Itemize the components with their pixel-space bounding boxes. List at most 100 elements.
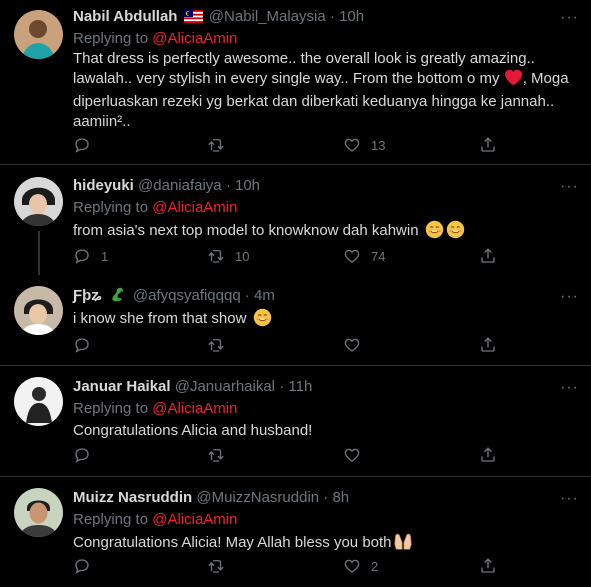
mention-link[interactable]: @AliciaAmin bbox=[152, 511, 237, 528]
display-name[interactable]: Januar Haikal bbox=[73, 378, 171, 395]
share-icon bbox=[479, 247, 497, 265]
more-icon[interactable]: ··· bbox=[560, 379, 579, 397]
like-icon bbox=[343, 136, 361, 154]
separator-dot: · bbox=[244, 287, 250, 304]
handle[interactable]: @MuizzNasruddin bbox=[196, 489, 319, 506]
like-button[interactable] bbox=[343, 446, 371, 464]
reply-icon bbox=[73, 136, 91, 154]
share-icon bbox=[479, 336, 497, 354]
mention-link[interactable]: @AliciaAmin bbox=[152, 199, 237, 216]
like-button[interactable]: 13 bbox=[343, 136, 385, 154]
praying-hands-emoji-icon bbox=[393, 532, 413, 556]
retweet-icon bbox=[207, 136, 225, 154]
tweet-4[interactable]: Januar Haikal @Januarhaikal · 11h Replyi… bbox=[0, 366, 591, 476]
share-icon bbox=[479, 557, 497, 575]
separator-dot: · bbox=[279, 378, 285, 395]
reply-icon bbox=[73, 557, 91, 575]
avatar[interactable] bbox=[14, 10, 63, 59]
like-count: 2 bbox=[371, 558, 379, 574]
smile-emoji-icon bbox=[425, 220, 444, 239]
display-name[interactable]: Nabil Abdullah bbox=[73, 8, 177, 25]
like-icon bbox=[343, 247, 361, 265]
retweet-icon bbox=[207, 336, 225, 354]
timestamp[interactable]: 11h bbox=[288, 378, 312, 395]
more-icon[interactable]: ··· bbox=[560, 288, 579, 306]
share-button[interactable] bbox=[479, 136, 497, 154]
timestamp[interactable]: 10h bbox=[339, 8, 364, 25]
retweet-icon bbox=[207, 247, 225, 265]
more-icon[interactable]: ··· bbox=[560, 490, 579, 508]
reply-count: 1 bbox=[101, 248, 109, 264]
like-button[interactable]: 2 bbox=[343, 557, 378, 575]
reply-button[interactable] bbox=[73, 557, 101, 575]
reply-button[interactable] bbox=[73, 336, 101, 354]
tweet-1[interactable]: Nabil Abdullah @Nabil_Malaysia · 10h Rep… bbox=[0, 0, 591, 164]
tweet-3[interactable]: Ƒþʑ @afyqsyafiqqqq · 4m i know she from … bbox=[0, 275, 591, 365]
reply-icon bbox=[73, 336, 91, 354]
malaysia-flag-icon bbox=[183, 9, 203, 29]
retweet-icon bbox=[207, 446, 225, 464]
timestamp[interactable]: 4m bbox=[254, 287, 275, 304]
reply-button[interactable]: 1 bbox=[73, 247, 108, 265]
share-icon bbox=[479, 136, 497, 154]
reply-button[interactable] bbox=[73, 136, 101, 154]
share-button[interactable] bbox=[479, 247, 497, 265]
like-icon bbox=[343, 557, 361, 575]
more-icon[interactable]: ··· bbox=[560, 9, 579, 27]
retweet-button[interactable] bbox=[207, 136, 235, 154]
smile-emoji-icon bbox=[446, 220, 465, 239]
retweet-button[interactable] bbox=[207, 557, 235, 575]
handle[interactable]: @daniafaiya bbox=[138, 177, 222, 194]
thread-line bbox=[38, 231, 40, 275]
share-button[interactable] bbox=[479, 446, 497, 464]
mention-link[interactable]: @AliciaAmin bbox=[152, 30, 237, 47]
share-button[interactable] bbox=[479, 557, 497, 575]
like-count: 74 bbox=[371, 248, 386, 264]
reply-button[interactable] bbox=[73, 446, 101, 464]
avatar[interactable] bbox=[14, 488, 63, 537]
tweet-text: i know she from that show bbox=[73, 310, 247, 327]
dragon-emoji-icon bbox=[109, 286, 126, 309]
tweet-text: Congratulations Alicia and husband! bbox=[73, 422, 313, 439]
display-name[interactable]: hideyuki bbox=[73, 177, 134, 194]
reply-icon bbox=[73, 247, 91, 265]
separator-dot: · bbox=[323, 489, 329, 506]
handle[interactable]: @Januarhaikal bbox=[175, 378, 275, 395]
retweet-button[interactable] bbox=[207, 336, 235, 354]
avatar[interactable] bbox=[14, 377, 63, 426]
display-name[interactable]: Ƒþʑ bbox=[73, 287, 102, 304]
heart-emoji-icon bbox=[504, 69, 523, 92]
replying-to-label: Replying to bbox=[73, 30, 149, 47]
retweet-count: 10 bbox=[235, 248, 250, 264]
like-icon bbox=[343, 336, 361, 354]
share-icon bbox=[479, 446, 497, 464]
separator-dot: · bbox=[225, 177, 231, 194]
tweet-5[interactable]: Muizz Nasruddin @MuizzNasruddin · 8h Rep… bbox=[0, 477, 591, 587]
tweet-2[interactable]: hideyuki @daniafaiya · 10h Replying to @… bbox=[0, 165, 591, 275]
like-icon bbox=[343, 446, 361, 464]
like-button[interactable] bbox=[343, 336, 371, 354]
handle[interactable]: @afyqsyafiqqqq bbox=[133, 287, 241, 304]
mention-link[interactable]: @AliciaAmin bbox=[152, 400, 237, 417]
replying-to-label: Replying to bbox=[73, 511, 149, 528]
like-button[interactable]: 74 bbox=[343, 247, 385, 265]
timestamp[interactable]: 8h bbox=[332, 489, 349, 506]
tweet-text: Congratulations Alicia! May Allah bless … bbox=[73, 534, 392, 551]
retweet-button[interactable] bbox=[207, 446, 235, 464]
like-count: 13 bbox=[371, 137, 386, 153]
smile-emoji-icon bbox=[253, 308, 272, 327]
avatar[interactable] bbox=[14, 286, 63, 335]
display-name[interactable]: Muizz Nasruddin bbox=[73, 489, 192, 506]
retweet-button[interactable]: 10 bbox=[207, 247, 249, 265]
avatar[interactable] bbox=[14, 177, 63, 226]
tweet-text: That dress is perfectly awesome.. the ov… bbox=[73, 49, 577, 132]
reply-icon bbox=[73, 446, 91, 464]
more-icon[interactable]: ··· bbox=[560, 178, 579, 196]
retweet-icon bbox=[207, 557, 225, 575]
replying-to-label: Replying to bbox=[73, 400, 149, 417]
timestamp[interactable]: 10h bbox=[235, 177, 260, 194]
tweet-text: from asia's next top model to knowknow d… bbox=[73, 222, 419, 239]
share-button[interactable] bbox=[479, 336, 497, 354]
handle[interactable]: @Nabil_Malaysia bbox=[209, 8, 326, 25]
separator-dot: · bbox=[329, 8, 335, 25]
